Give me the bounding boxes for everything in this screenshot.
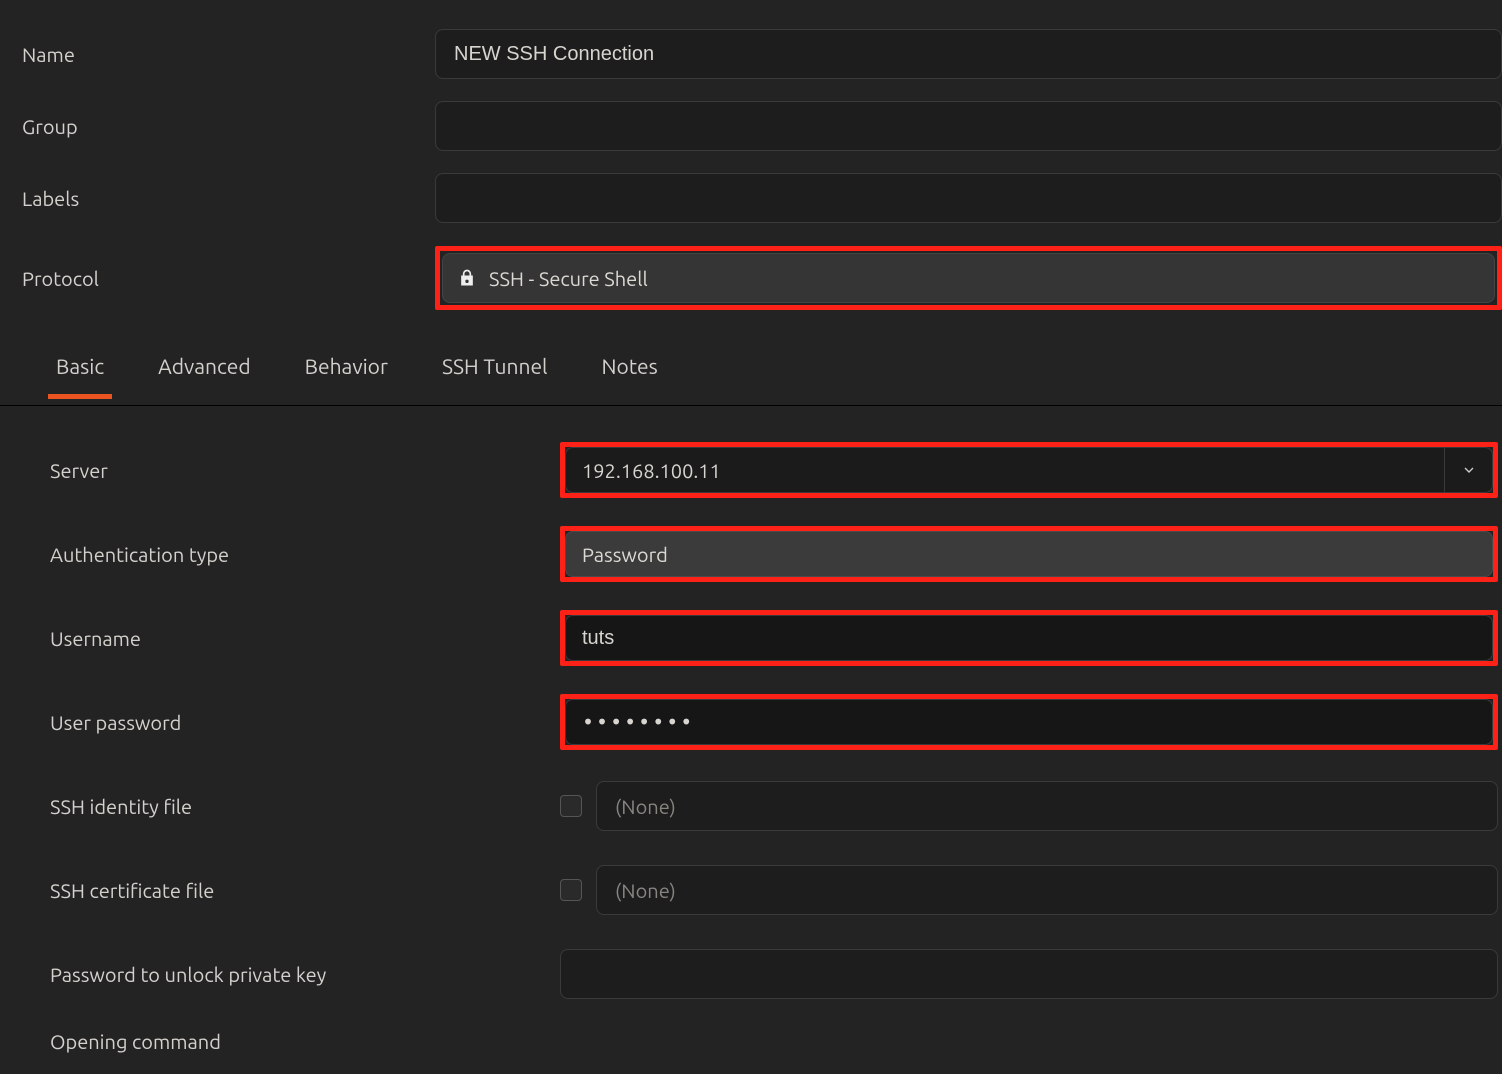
lock-icon — [457, 268, 477, 288]
username-highlight — [560, 610, 1498, 666]
username-label: Username — [0, 627, 560, 650]
server-highlight: 192.168.100.11 — [560, 442, 1498, 498]
auth-highlight: Password — [560, 526, 1498, 582]
tabs: Basic Advanced Behavior SSH Tunnel Notes — [0, 354, 1502, 406]
labels-label: Labels — [0, 187, 435, 210]
row-unlock: Password to unlock private key — [0, 932, 1502, 1016]
unlock-input[interactable] — [560, 949, 1498, 999]
username-input[interactable] — [565, 615, 1493, 661]
row-protocol: Protocol SSH - Secure Shell — [0, 234, 1502, 322]
protocol-value: SSH - Secure Shell — [489, 267, 648, 290]
row-group: Group — [0, 90, 1502, 162]
name-label: Name — [0, 43, 435, 66]
row-name: Name — [0, 18, 1502, 90]
row-labels: Labels — [0, 162, 1502, 234]
tab-advanced[interactable]: Advanced — [158, 354, 251, 398]
row-password: User password — [0, 680, 1502, 764]
auth-label: Authentication type — [0, 543, 560, 566]
userpw-label: User password — [0, 711, 560, 734]
name-input[interactable] — [435, 29, 1502, 79]
identity-label: SSH identity file — [0, 795, 560, 818]
row-server: Server 192.168.100.11 — [0, 428, 1502, 512]
tab-behavior[interactable]: Behavior — [305, 354, 388, 398]
cert-checkbox[interactable] — [560, 879, 582, 901]
row-opening: Opening command — [0, 1016, 1502, 1066]
tab-notes[interactable]: Notes — [602, 354, 658, 398]
basic-form: Server 192.168.100.11 Authentication typ… — [0, 406, 1502, 1066]
cert-placeholder: (None) — [615, 879, 676, 902]
tab-basic[interactable]: Basic — [56, 354, 104, 398]
row-cert: SSH certificate file (None) — [0, 848, 1502, 932]
identity-placeholder: (None) — [615, 795, 676, 818]
server-value: 192.168.100.11 — [566, 459, 1444, 482]
labels-input[interactable] — [435, 173, 1502, 223]
top-fields: Name Group Labels Protocol SSH - Secure … — [0, 0, 1502, 322]
auth-value: Password — [582, 543, 668, 566]
tab-sshtunnel[interactable]: SSH Tunnel — [442, 354, 548, 398]
group-label: Group — [0, 115, 435, 138]
server-combo[interactable]: 192.168.100.11 — [565, 447, 1493, 493]
protocol-label: Protocol — [0, 267, 435, 290]
userpw-highlight — [560, 694, 1498, 750]
identity-field[interactable]: (None) — [596, 781, 1498, 831]
row-auth: Authentication type Password — [0, 512, 1502, 596]
group-input[interactable] — [435, 101, 1502, 151]
server-label: Server — [0, 459, 560, 482]
cert-field[interactable]: (None) — [596, 865, 1498, 915]
identity-checkbox[interactable] — [560, 795, 582, 817]
protocol-select[interactable]: SSH - Secure Shell — [442, 253, 1495, 303]
userpw-input[interactable] — [565, 699, 1493, 745]
auth-select[interactable]: Password — [565, 531, 1493, 577]
chevron-down-icon[interactable] — [1444, 448, 1492, 492]
unlock-label: Password to unlock private key — [0, 963, 560, 986]
opening-label: Opening command — [0, 1030, 560, 1053]
protocol-highlight: SSH - Secure Shell — [435, 246, 1502, 310]
row-identity: SSH identity file (None) — [0, 764, 1502, 848]
cert-label: SSH certificate file — [0, 879, 560, 902]
row-username: Username — [0, 596, 1502, 680]
